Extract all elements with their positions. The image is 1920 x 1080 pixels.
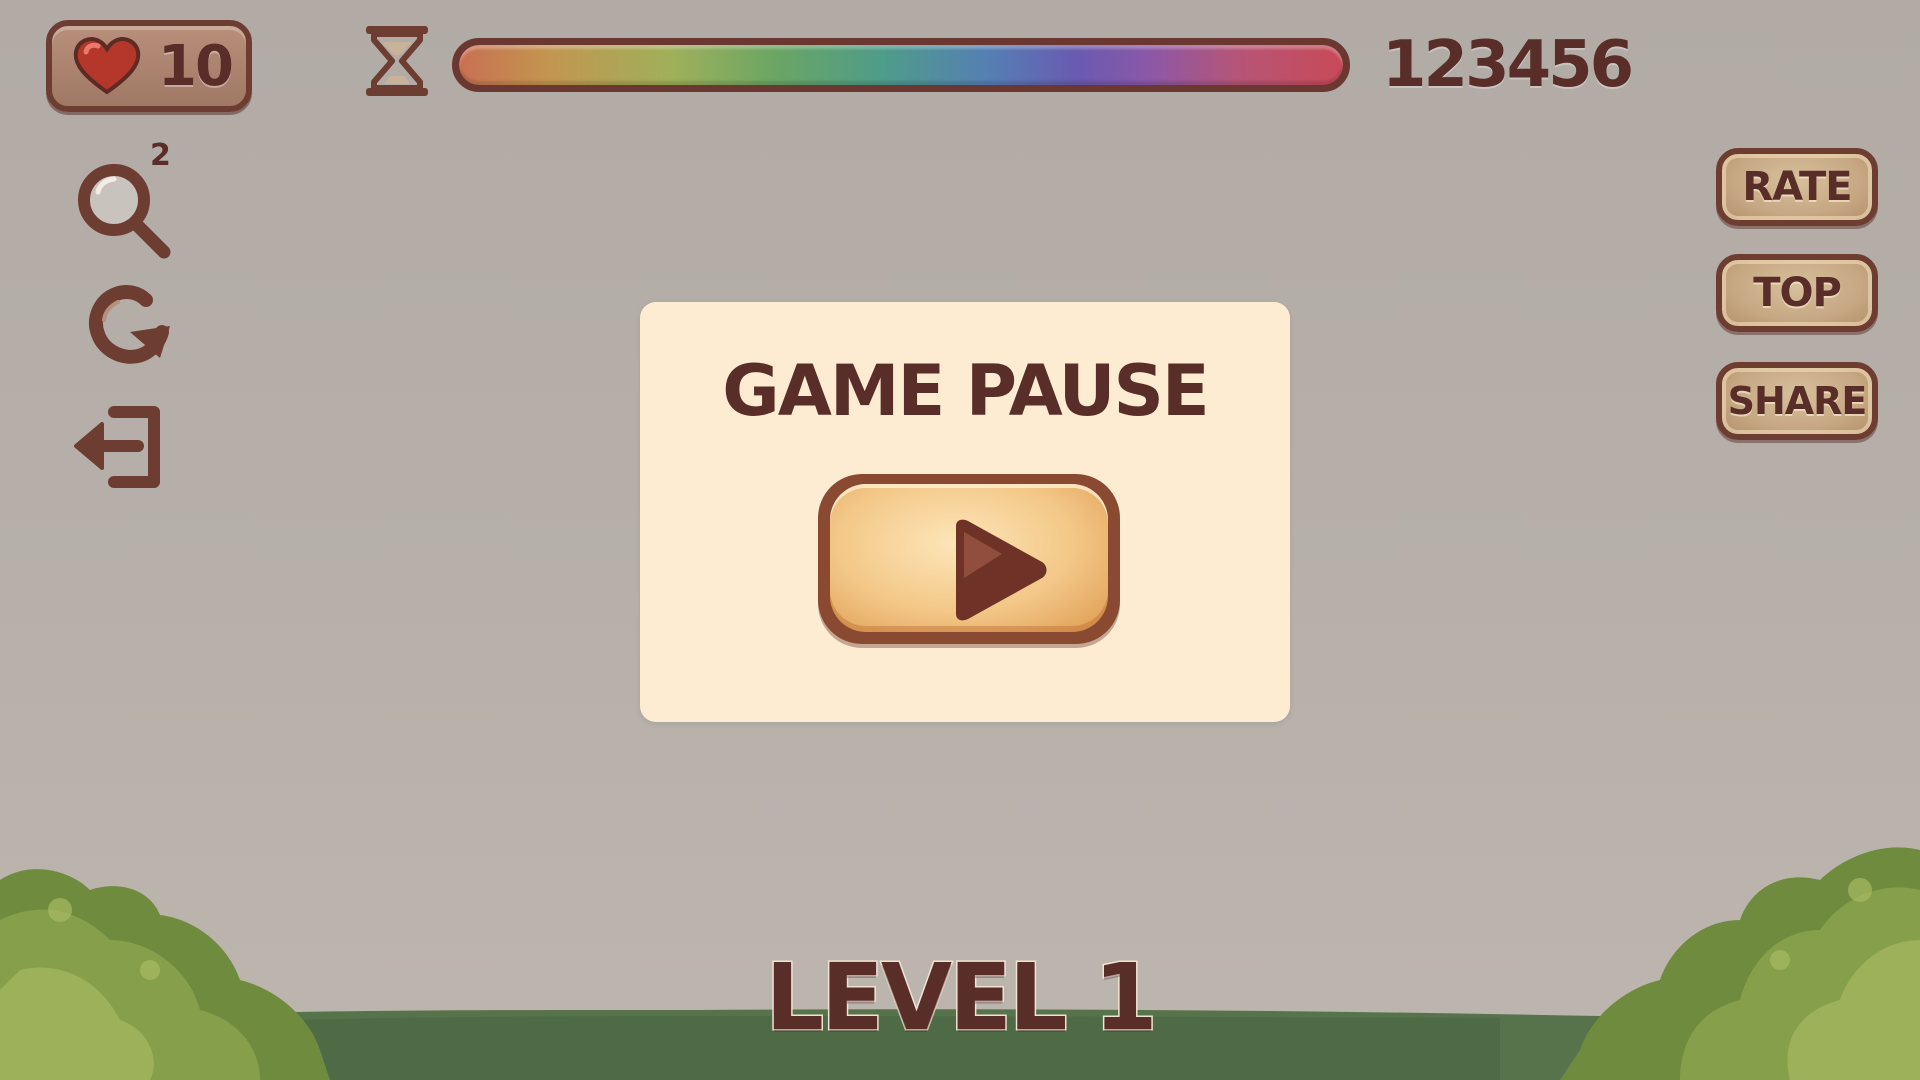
- timer-fill: [459, 45, 1343, 85]
- exit-button[interactable]: [68, 398, 168, 492]
- lives-count: 10: [158, 34, 234, 99]
- hint-count: 2: [150, 138, 171, 173]
- hourglass-icon: [366, 26, 428, 96]
- pause-title: GAME PAUSE: [722, 350, 1209, 432]
- heart-icon: [73, 37, 141, 95]
- lives-panel: 10: [46, 20, 252, 112]
- share-button[interactable]: SHARE: [1716, 362, 1878, 440]
- rate-button[interactable]: RATE: [1716, 148, 1878, 226]
- timer-bar: [452, 38, 1350, 92]
- game-screen: 10 123456 2 RATE TOP SHARE GAME PAUSE LE…: [0, 0, 1920, 1080]
- top-button[interactable]: TOP: [1716, 254, 1878, 332]
- score: 123456: [1382, 28, 1634, 102]
- play-icon: [956, 519, 1047, 621]
- restart-icon: [89, 285, 170, 364]
- level-label: LEVEL 1: [764, 943, 1159, 1053]
- restart-button[interactable]: [80, 282, 180, 372]
- pause-dialog: GAME PAUSE: [640, 302, 1290, 722]
- resume-play-button[interactable]: [818, 474, 1120, 644]
- play-button-face: [830, 484, 1108, 632]
- hint-button[interactable]: 2: [74, 138, 178, 262]
- exit-icon: [74, 406, 160, 488]
- magnifier-icon: [78, 164, 171, 259]
